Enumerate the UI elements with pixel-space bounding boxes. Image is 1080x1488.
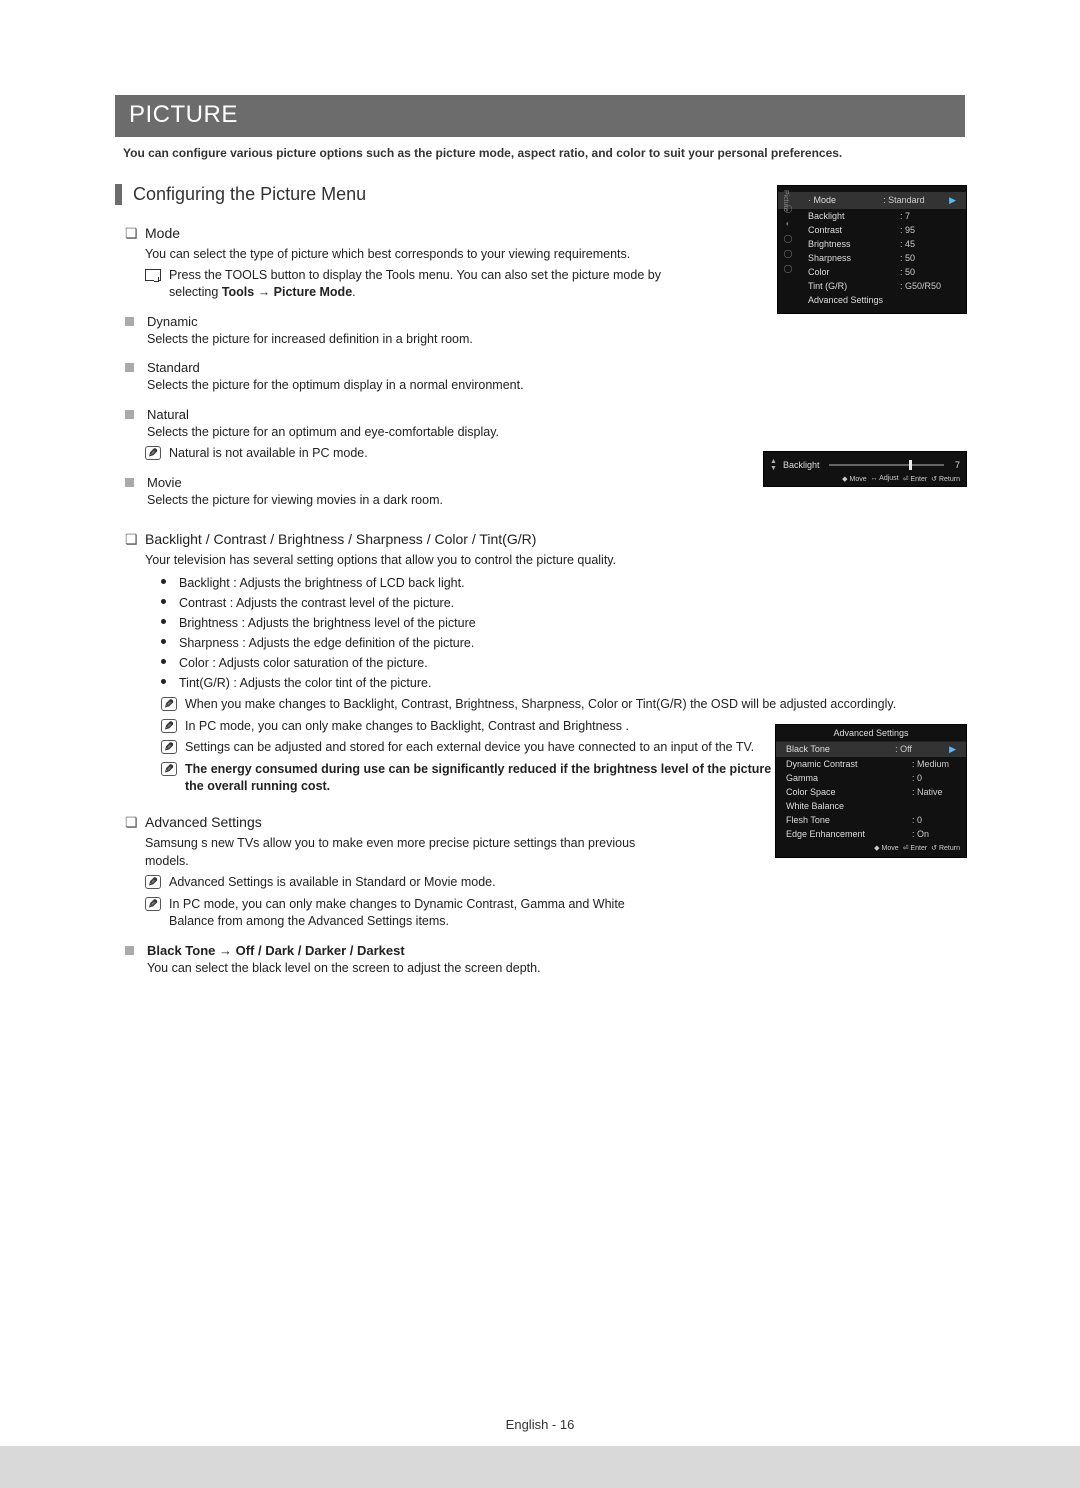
quality-heading: Backlight / Contrast / Brightness / Shar…	[125, 531, 965, 547]
osd-icon: ◯	[784, 204, 793, 213]
black-tone-desc: You can select the black level on the sc…	[147, 960, 667, 978]
osd-side-icons: ◯ ◐ ◯ ◯ ◯	[778, 204, 798, 313]
osd-slider-panel: ▲▼ Backlight 7 ◆ Move↔ Adjust⏎ Enter↺ Re…	[764, 452, 966, 486]
page: PICTURE You can configure various pictur…	[0, 0, 1080, 1488]
up-down-arrows-icon: ▲▼	[770, 458, 777, 472]
osd-nav-hints: ◆ Move⏎ Enter↺ Return	[776, 844, 966, 854]
osd-picture-panel: Picture ◯ ◐ ◯ ◯ ◯ Mode: Standard▶Backlig…	[778, 186, 966, 313]
mode-desc-movie: Selects the picture for viewing movies i…	[147, 492, 667, 510]
osd-row: Dynamic Contrast: Medium	[776, 757, 966, 771]
mode-desc: You can select the type of picture which…	[145, 245, 685, 263]
slider-track	[829, 464, 944, 466]
osd-row: Backlight: 7	[778, 209, 966, 223]
osd-row: Brightness: 45	[778, 237, 966, 251]
footer-bar	[0, 1446, 1080, 1488]
intro-text: You can configure various picture option…	[123, 145, 957, 162]
osd-nav-hints: ◆ Move↔ Adjust⏎ Enter↺ Return	[770, 475, 960, 483]
osd-row: Edge Enhancement: On	[776, 827, 966, 841]
osd-row: Advanced Settings	[778, 293, 966, 307]
osd-icon: ◯	[784, 234, 793, 243]
advanced-note: In PC mode, you can only make changes to…	[145, 896, 669, 931]
osd-row: Color Space: Native	[776, 785, 966, 799]
quality-bullet: Sharpness : Adjusts the edge definition …	[161, 634, 965, 652]
page-footer: English - 16	[0, 1417, 1080, 1432]
page-title: PICTURE	[115, 95, 965, 137]
osd-adv-title: Advanced Settings	[776, 725, 966, 742]
quality-note: When you make changes to Backlight, Cont…	[161, 696, 965, 714]
quality-bullet: Color : Adjusts color saturation of the …	[161, 654, 965, 672]
osd-icon: ◐	[786, 219, 791, 228]
osd-advanced-panel: Advanced Settings Black Tone: Off▶Dynami…	[776, 725, 966, 857]
tools-note: Press the TOOLS button to display the To…	[145, 267, 689, 302]
quality-list: Backlight : Adjusts the brightness of LC…	[161, 574, 965, 693]
mode-item-dynamic: Dynamic	[125, 314, 965, 329]
slider-value: 7	[950, 460, 960, 470]
osd-row: Gamma: 0	[776, 771, 966, 785]
osd-icon: ◯	[784, 264, 793, 273]
quality-bullet: Tint(G/R) : Adjusts the color tint of th…	[161, 674, 965, 692]
mode-item-natural: Natural	[125, 407, 965, 422]
quality-bullet: Brightness : Adjusts the brightness leve…	[161, 614, 965, 632]
advanced-note: Advanced Settings is available in Standa…	[145, 874, 669, 892]
black-tone-heading: Black Tone → Off / Dark / Darker / Darke…	[125, 943, 965, 958]
tools-note-suffix: .	[352, 285, 355, 299]
advanced-desc: Samsung s new TVs allow you to make even…	[145, 834, 645, 870]
arrow-right-icon: ▶	[949, 195, 956, 206]
quality-bullet: Backlight : Adjusts the brightness of LC…	[161, 574, 965, 592]
body: Mode You can select the type of picture …	[125, 225, 965, 977]
slider-label: Backlight	[783, 460, 823, 470]
osd-row: Color: 50	[778, 265, 966, 279]
tools-icon	[145, 269, 161, 281]
osd-row: Sharpness: 50	[778, 251, 966, 265]
mode-desc-natural: Selects the picture for an optimum and e…	[147, 424, 667, 442]
slider-thumb	[909, 460, 912, 470]
mode-desc-standard: Selects the picture for the optimum disp…	[147, 377, 667, 395]
osd-row: White Balance	[776, 799, 966, 813]
osd-icon: ◯	[784, 249, 793, 258]
arrow-right-icon: ▶	[949, 744, 956, 755]
mode-desc-dynamic: Selects the picture for increased defini…	[147, 331, 667, 349]
tools-note-bold: Tools → Picture Mode	[222, 285, 352, 299]
osd-row: Tint (G/R): G50/R50	[778, 279, 966, 293]
quality-desc: Your television has several setting opti…	[145, 551, 685, 569]
osd-row: Contrast: 95	[778, 223, 966, 237]
osd-row: Black Tone: Off▶	[776, 742, 966, 757]
mode-note-natural: Natural is not available in PC mode.	[145, 445, 859, 463]
osd-row: Flesh Tone: 0	[776, 813, 966, 827]
quality-bullet: Contrast : Adjusts the contrast level of…	[161, 594, 965, 612]
mode-item-standard: Standard	[125, 360, 965, 375]
osd-row: Mode: Standard▶	[778, 192, 966, 209]
